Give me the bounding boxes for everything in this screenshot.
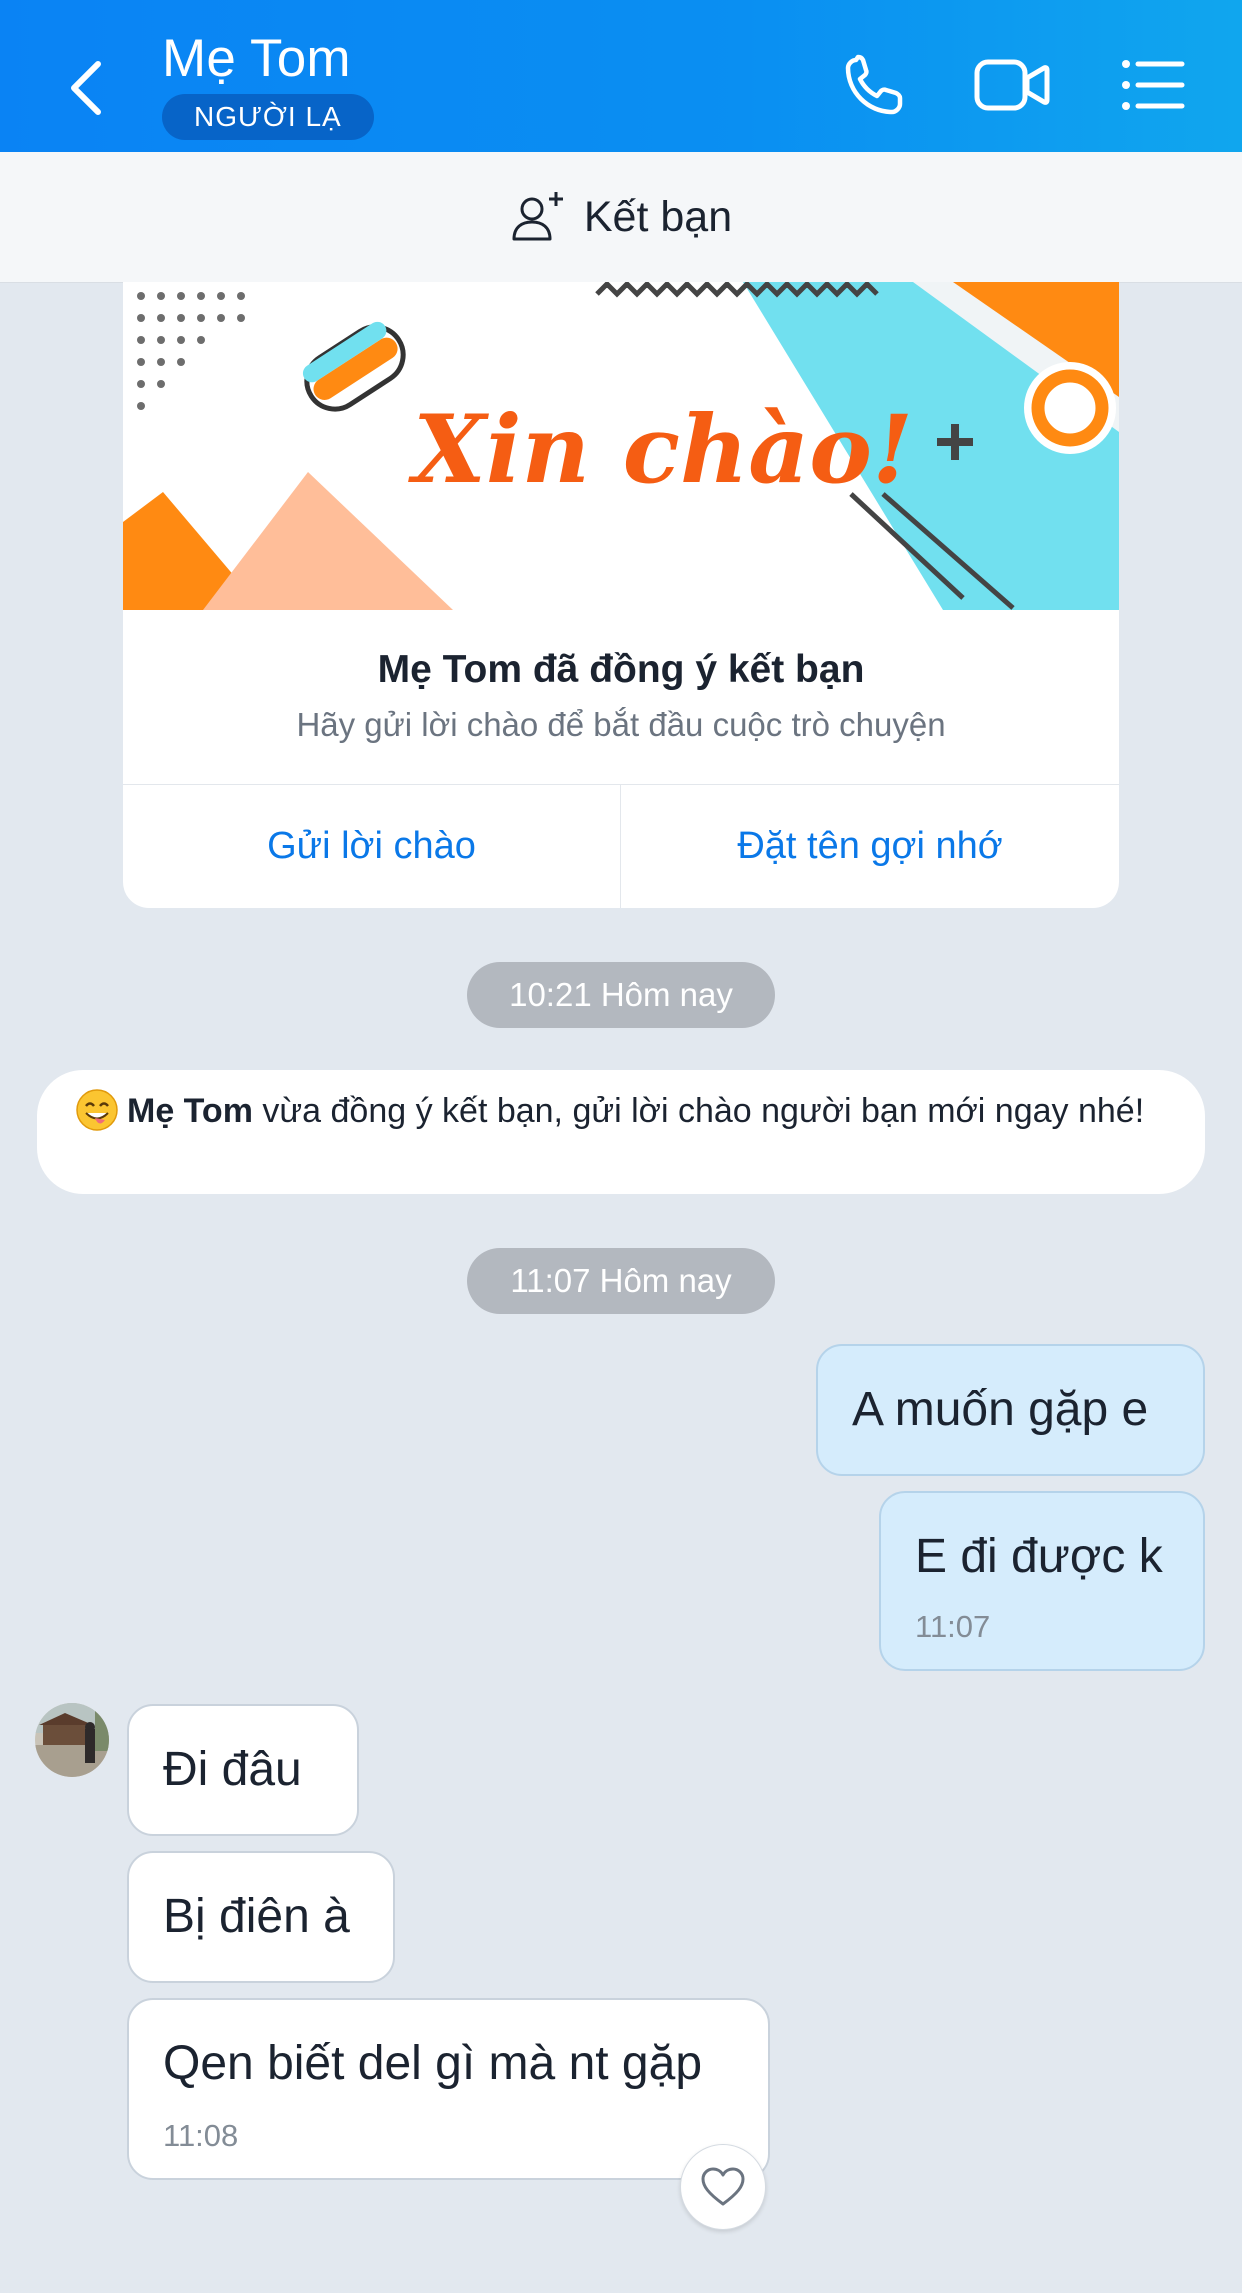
add-friend-button[interactable]: Kết bạn xyxy=(0,152,1242,283)
date-separator: 11:07 Hôm nay xyxy=(467,1248,775,1314)
video-call-button[interactable] xyxy=(972,52,1050,118)
phone-icon xyxy=(845,54,903,115)
stranger-badge: NGƯỜI LẠ xyxy=(162,94,374,140)
outgoing-message[interactable]: E đi được k 11:07 xyxy=(879,1491,1205,1671)
message-text: E đi được k xyxy=(915,1530,1163,1583)
system-message-text: vừa đồng ý kết bạn, gửi lời chào người b… xyxy=(252,1092,1145,1130)
incoming-message[interactable]: Đi đâu xyxy=(127,1704,359,1836)
avatar-photo xyxy=(35,1703,109,1777)
set-nickname-button[interactable]: Đặt tên gợi nhớ xyxy=(621,785,1119,908)
contact-name[interactable]: Mẹ Tom xyxy=(162,28,351,89)
message-text: Đi đâu xyxy=(163,1743,302,1796)
back-icon xyxy=(71,61,101,115)
message-text: Bị điên à xyxy=(163,1890,350,1943)
react-heart-button[interactable] xyxy=(680,2144,766,2230)
chat-header: Mẹ Tom NGƯỜI LẠ xyxy=(0,0,1242,152)
send-greeting-button[interactable]: Gửi lời chào xyxy=(123,785,620,908)
card-title: Mẹ Tom đã đồng ý kết bạn xyxy=(377,648,865,691)
call-button[interactable] xyxy=(838,52,910,118)
message-time: 11:07 xyxy=(915,1609,991,1644)
video-call-icon xyxy=(974,59,1050,111)
menu-button[interactable] xyxy=(1118,52,1190,118)
message-time: 11:08 xyxy=(163,2118,239,2153)
greeting-banner: Xin chào! xyxy=(123,282,1119,610)
banner-greeting-text: Xin chào! xyxy=(408,395,913,505)
add-person-icon xyxy=(512,192,563,241)
card-subtitle: Hãy gửi lời chào để bắt đầu cuộc trò chu… xyxy=(296,706,946,743)
back-button[interactable] xyxy=(52,48,120,128)
outgoing-message[interactable]: A muốn gặp e xyxy=(816,1344,1205,1476)
heart-icon xyxy=(701,2167,745,2206)
menu-list-icon xyxy=(1122,60,1185,110)
system-message-name: Mẹ Tom xyxy=(127,1092,253,1130)
date-separator: 10:21 Hôm nay xyxy=(467,962,775,1028)
message-text: A muốn gặp e xyxy=(852,1383,1149,1436)
emoji-face-icon xyxy=(76,1089,118,1131)
contact-avatar[interactable] xyxy=(35,1703,109,1777)
incoming-message[interactable]: Bị điên à xyxy=(127,1851,395,1983)
friend-accepted-card: Xin chào! Mẹ Tom đã đồng ý kết bạn Hãy g… xyxy=(123,282,1119,908)
message-text: Qen biết del gì mà nt gặp xyxy=(163,2037,703,2090)
add-friend-label: Kết bạn xyxy=(583,192,733,241)
system-message: Mẹ Tom vừa đồng ý kết bạn, gửi lời chào … xyxy=(37,1070,1205,1194)
incoming-message[interactable]: Qen biết del gì mà nt gặp 11:08 xyxy=(127,1998,770,2180)
